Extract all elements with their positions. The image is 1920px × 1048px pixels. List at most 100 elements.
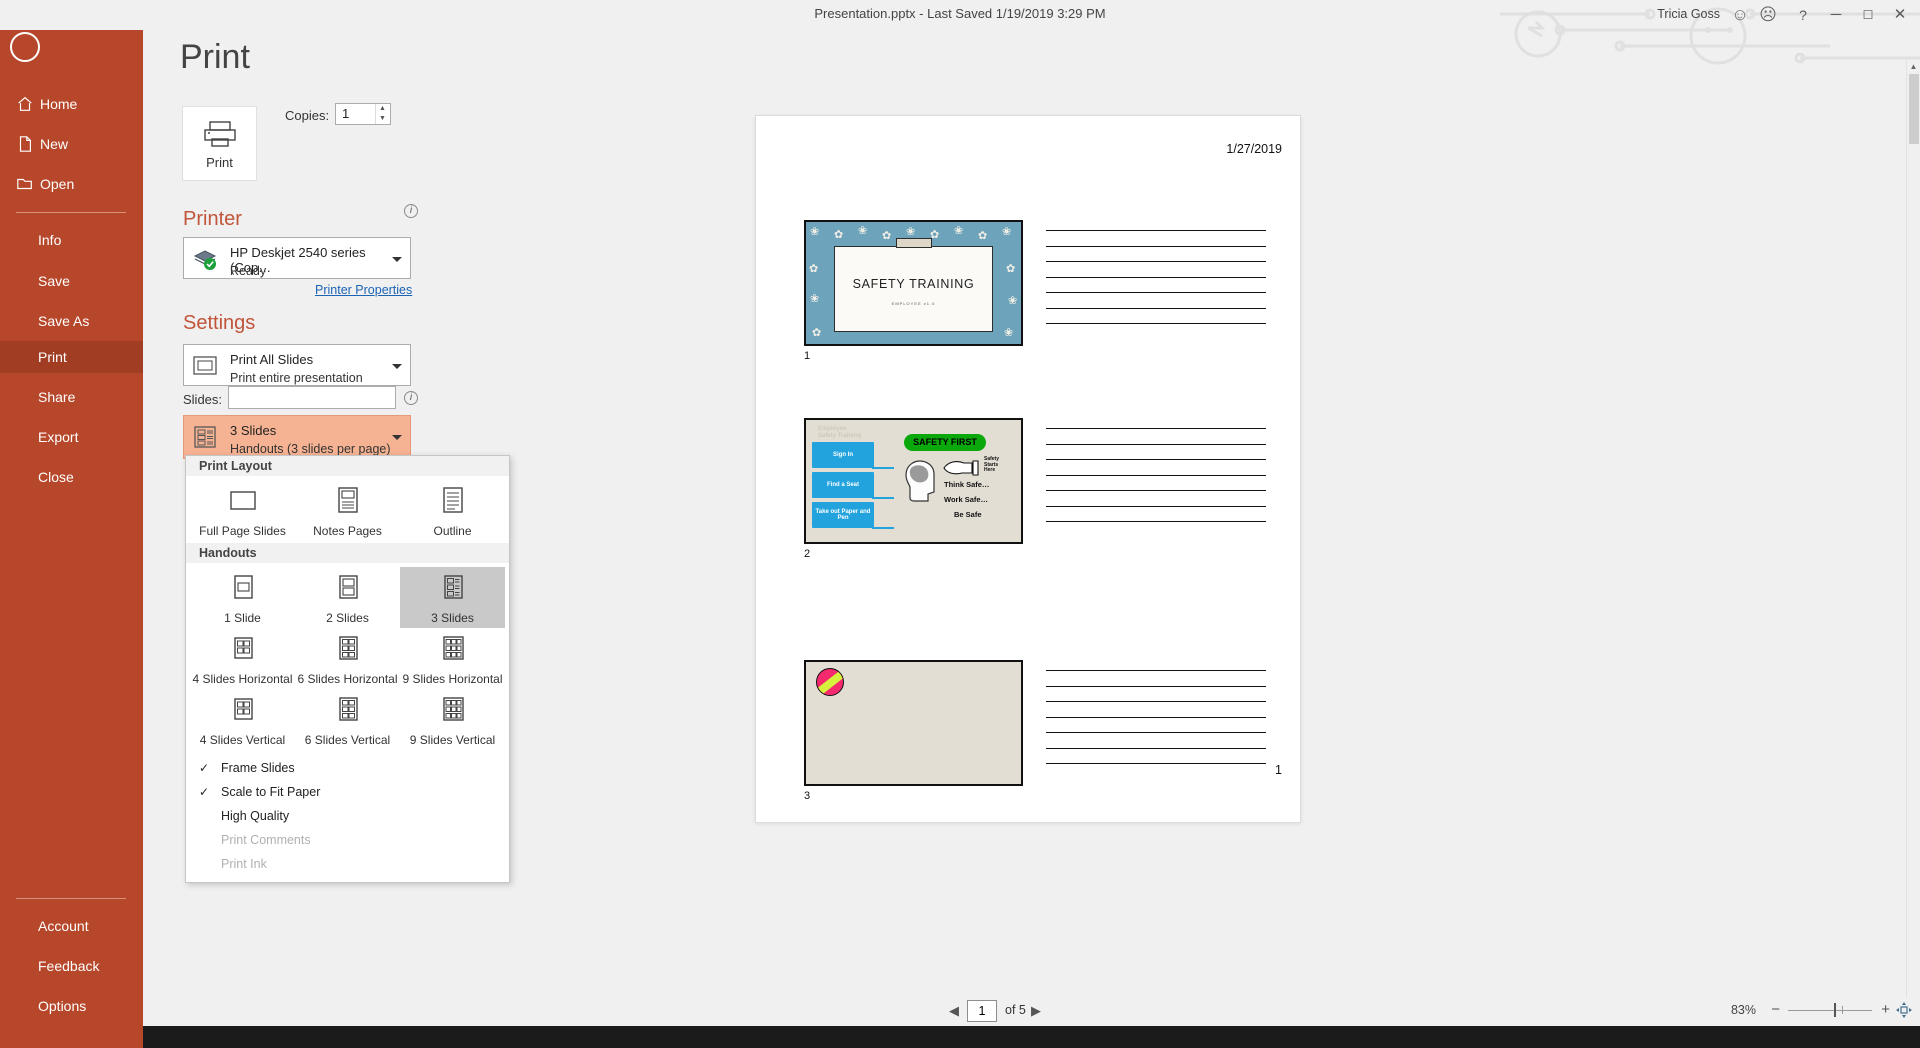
preview-vertical-scrollbar[interactable]: ▲ — [1906, 60, 1920, 998]
menu-item-notes-pages[interactable]: Notes Pages — [295, 480, 400, 541]
sidebar-divider-top — [16, 212, 126, 213]
note-lines-3 — [1046, 670, 1266, 779]
slide-2-safety-starts-here: Safety Starts Here — [984, 456, 1000, 473]
windows-taskbar — [0, 1026, 1920, 1048]
fit-to-window-icon[interactable] — [1896, 1002, 1912, 1018]
menu-item-2-slides[interactable]: 2 Slides — [295, 567, 400, 628]
print-button[interactable]: Print — [182, 106, 257, 181]
copies-increment-icon[interactable]: ▲ — [375, 104, 389, 114]
handout-date: 1/27/2019 — [1226, 142, 1282, 156]
print-layout-group-header: Print Layout — [186, 456, 509, 476]
sidebar-item-home[interactable]: Home — [0, 88, 143, 120]
menu-item-9-slides-vertical[interactable]: 9 Slides Vertical — [400, 689, 505, 750]
menu-item-label: 4 Slides Horizontal — [192, 672, 293, 686]
zoom-percent-label[interactable]: 83% — [1731, 1003, 1756, 1017]
minimize-icon[interactable]: ─ — [1824, 4, 1848, 26]
menu-option-print-ink: Print Ink — [186, 852, 509, 876]
menu-option-label: Scale to Fit Paper — [221, 785, 321, 799]
slides-info-icon[interactable]: i — [404, 391, 418, 405]
slides-input-field[interactable] — [229, 387, 395, 408]
sidebar-item-options[interactable]: Options — [0, 990, 143, 1022]
preview-status-bar: ◀ of 5 ▶ 83% − + — [453, 998, 1920, 1026]
home-icon — [18, 96, 32, 111]
notes-pages-icon — [337, 487, 358, 513]
outline-icon — [442, 487, 463, 513]
menu-option-high-quality[interactable]: High Quality — [186, 804, 509, 828]
zoom-in-button[interactable]: + — [1881, 1001, 1890, 1018]
note-lines-2 — [1046, 428, 1266, 537]
handout-9-vertical-icon — [442, 697, 464, 721]
menu-item-outline[interactable]: Outline — [400, 480, 505, 541]
page-number-input[interactable] — [967, 1000, 997, 1022]
menu-item-full-page-slides[interactable]: Full Page Slides — [190, 480, 295, 541]
next-page-button[interactable]: ▶ — [1031, 1003, 1045, 1019]
sidebar-item-open[interactable]: Open — [0, 168, 143, 200]
copies-label: Copies: — [285, 108, 330, 123]
menu-option-frame-slides[interactable]: ✓ Frame Slides — [186, 756, 509, 780]
chevron-down-icon[interactable] — [392, 257, 402, 262]
menu-item-6-slides-vertical[interactable]: 6 Slides Vertical — [295, 689, 400, 750]
smile-icon[interactable]: ☺ — [1728, 4, 1752, 26]
close-icon[interactable]: ✕ — [1888, 4, 1912, 26]
sidebar-item-label: Save — [38, 273, 70, 289]
menu-item-4-slides-vertical[interactable]: 4 Slides Vertical — [190, 689, 295, 750]
menu-item-6-slides-horizontal[interactable]: 6 Slides Horizontal — [295, 628, 400, 689]
printer-icon — [203, 121, 236, 147]
zoom-out-button[interactable]: − — [1771, 1001, 1780, 1018]
menu-item-label: 1 Slide — [224, 611, 261, 625]
menu-item-3-slides[interactable]: 3 Slides — [400, 567, 505, 628]
sidebar-item-close[interactable]: Close — [0, 461, 143, 493]
chevron-down-icon[interactable] — [392, 364, 402, 369]
page-number-field[interactable] — [968, 1001, 996, 1021]
print-range-select[interactable]: Print All Slides Print entire presentati… — [183, 344, 411, 386]
sidebar-item-share[interactable]: Share — [0, 381, 143, 413]
help-icon[interactable]: ? — [1791, 4, 1815, 26]
previous-page-button[interactable]: ◀ — [949, 1003, 963, 1019]
user-name: Tricia Goss — [1657, 7, 1720, 21]
slide-2-line-2: Work Safe… — [944, 495, 989, 504]
slide-2-title: Employee Safety Training — [818, 426, 862, 439]
printer-info-icon[interactable]: i — [404, 204, 418, 218]
slides-input[interactable] — [228, 386, 396, 409]
printer-properties-link[interactable]: Printer Properties — [315, 283, 412, 297]
menu-item-label: 2 Slides — [326, 611, 369, 625]
sidebar-item-label: Open — [40, 176, 75, 192]
sidebar-item-save-as[interactable]: Save As — [0, 305, 143, 337]
scrollbar-thumb[interactable] — [1909, 74, 1919, 144]
print-layout-toggle-options: ✓ Frame Slides ✓ Scale to Fit Paper High… — [186, 752, 509, 882]
scroll-up-icon[interactable]: ▲ — [1907, 60, 1920, 74]
menu-item-label: Outline — [433, 524, 472, 538]
menu-item-4-slides-horizontal[interactable]: 4 Slides Horizontal — [190, 628, 295, 689]
print-layout-title: 3 Slides — [230, 423, 277, 438]
beach-ball-icon — [816, 668, 844, 696]
frown-icon[interactable]: ☹ — [1756, 4, 1780, 26]
sidebar-item-info[interactable]: Info — [0, 224, 143, 256]
back-button[interactable] — [10, 32, 40, 62]
menu-item-label: Full Page Slides — [199, 524, 286, 538]
chevron-down-icon[interactable] — [392, 435, 402, 440]
menu-option-scale-to-fit-paper[interactable]: ✓ Scale to Fit Paper — [186, 780, 509, 804]
sidebar-item-new[interactable]: New — [0, 128, 143, 160]
sidebar-item-export[interactable]: Export — [0, 421, 143, 453]
maximize-icon[interactable]: ☐ — [1856, 4, 1880, 26]
zoom-slider-thumb[interactable] — [1834, 1003, 1836, 1017]
sidebar-item-label: Share — [38, 389, 76, 405]
menu-item-label: 6 Slides Vertical — [304, 733, 391, 747]
copies-stepper[interactable]: 1 ▲ ▼ — [335, 103, 391, 125]
zoom-slider-track[interactable] — [1788, 1010, 1872, 1011]
sidebar-item-save[interactable]: Save — [0, 265, 143, 297]
sidebar-item-account[interactable]: Account — [0, 910, 143, 942]
menu-item-9-slides-horizontal[interactable]: 9 Slides Horizontal — [400, 628, 505, 689]
backstage-sidebar: Home New Open Info Save Save As Print Sh… — [0, 0, 143, 1048]
printer-select[interactable]: HP Deskjet 2540 series (Cop… Ready — [183, 237, 411, 279]
printer-heading: Printer — [183, 208, 242, 230]
sidebar-item-label: Home — [40, 96, 78, 112]
print-layout-select[interactable]: 3 Slides Handouts (3 slides per page) — [183, 415, 411, 459]
menu-item-label: Notes Pages — [313, 524, 382, 538]
copies-decrement-icon[interactable]: ▼ — [375, 114, 389, 124]
menu-item-1-slide[interactable]: 1 Slide — [190, 567, 295, 628]
sidebar-item-print[interactable]: Print — [0, 341, 143, 373]
sidebar-item-feedback[interactable]: Feedback — [0, 950, 143, 982]
slide-2-line-1: Think Safe… — [944, 480, 990, 489]
handout-6-vertical-icon — [338, 697, 358, 721]
